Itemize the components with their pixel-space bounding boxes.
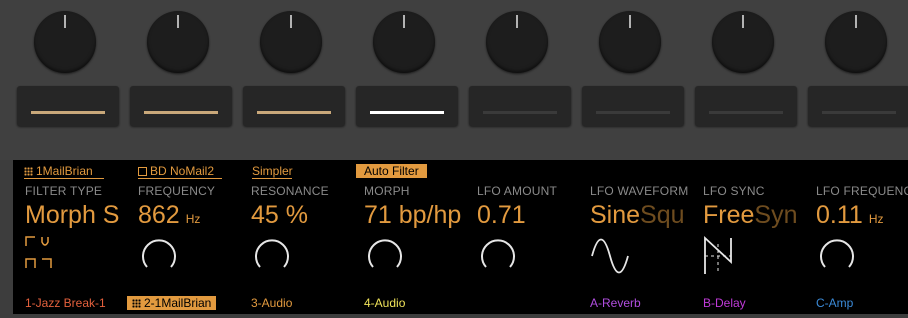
- lfo-amount-dial: [481, 239, 515, 268]
- param-name-lfo-amount: LFO AMOUNT: [477, 184, 558, 198]
- track-c-amp[interactable]: C-Amp: [816, 296, 853, 310]
- upper-button-1[interactable]: [17, 86, 119, 126]
- param-value-lfo-sync: FreeSyn: [703, 201, 798, 229]
- device-simpler[interactable]: Simpler: [252, 164, 293, 178]
- device-underline: [252, 178, 292, 179]
- param-value-resonance: 45 %: [251, 201, 308, 229]
- notch-icon: [25, 258, 36, 268]
- filter-type-icons: [25, 236, 52, 268]
- bandpass-icon: [41, 237, 49, 246]
- param-name-lfo-waveform: LFO WAVEFORM: [590, 184, 689, 198]
- grid-icon: [24, 167, 33, 176]
- encoder-knob-8[interactable]: [825, 11, 887, 73]
- param-value-filter-type: Morph S: [25, 201, 120, 229]
- encoder-knob-6[interactable]: [599, 11, 661, 73]
- upper-button-8[interactable]: [808, 86, 908, 126]
- upper-button-2[interactable]: [130, 86, 232, 126]
- param-value-lfo-waveform: SineSqu: [590, 201, 685, 229]
- lowpass-icon: [25, 236, 35, 246]
- button-led: [596, 111, 670, 114]
- button-led: [483, 111, 557, 114]
- upper-button-6[interactable]: [582, 86, 684, 126]
- track-2-1mailbrian[interactable]: 2-1MailBrian: [127, 296, 217, 310]
- upper-button-5[interactable]: [469, 86, 571, 126]
- param-name-morph: MORPH: [364, 184, 410, 198]
- square-icon: [138, 167, 147, 176]
- param-value-lfo-amount: 0.71: [477, 201, 526, 229]
- param-name-resonance: RESONANCE: [251, 184, 329, 198]
- device-auto-filter[interactable]: Auto Filter: [356, 164, 427, 178]
- button-led: [144, 111, 218, 114]
- button-led: [31, 111, 105, 114]
- frequency-dial: [142, 239, 176, 268]
- encoder-knob-1[interactable]: [34, 11, 96, 73]
- upper-button-7[interactable]: [695, 86, 797, 126]
- resonance-dial: [255, 239, 289, 268]
- track-4-audio[interactable]: 4-Audio: [364, 296, 405, 310]
- hardware-panel: [0, 0, 908, 160]
- track-1-jazz-break[interactable]: 1-Jazz Break-1: [25, 296, 106, 310]
- button-led: [370, 111, 444, 114]
- param-value-morph: 71 bp/hp: [364, 201, 462, 229]
- param-name-lfo-sync: LFO SYNC: [703, 184, 765, 198]
- button-led: [822, 111, 896, 114]
- device-underline: [138, 178, 222, 179]
- lfo-frequency-dial: [820, 239, 854, 268]
- encoder-knob-7[interactable]: [712, 11, 774, 73]
- track-3-audio[interactable]: 3-Audio: [251, 296, 292, 310]
- sine-wave-icon: [591, 238, 629, 274]
- sync-ramp-icon: [704, 235, 732, 274]
- encoder-knob-4[interactable]: [373, 11, 435, 73]
- param-name-frequency: FREQUENCY: [138, 184, 216, 198]
- encoder-knob-2[interactable]: [147, 11, 209, 73]
- encoder-knob-3[interactable]: [260, 11, 322, 73]
- track-a-reverb[interactable]: A-Reverb: [590, 296, 641, 310]
- encoder-knob-5[interactable]: [486, 11, 548, 73]
- device-bd-nomail[interactable]: BD NoMail2: [138, 164, 214, 178]
- device-underline: [24, 178, 104, 179]
- button-led: [709, 111, 783, 114]
- highpass-icon: [42, 258, 52, 268]
- param-value-lfo-frequency: 0.11 Hz: [816, 201, 884, 229]
- grid-icon: [132, 299, 141, 308]
- upper-button-4[interactable]: [356, 86, 458, 126]
- display-screen: 1MailBrian BD NoMail2 Simpler Auto Filte…: [13, 160, 908, 314]
- upper-button-3[interactable]: [243, 86, 345, 126]
- param-name-filter-type: FILTER TYPE: [25, 184, 103, 198]
- device-1MailBrian[interactable]: 1MailBrian: [24, 164, 93, 178]
- param-name-lfo-frequency: LFO FREQUENCY: [816, 184, 908, 198]
- morph-dial: [368, 239, 402, 268]
- button-led: [257, 111, 331, 114]
- param-value-frequency: 862 Hz: [138, 201, 201, 229]
- track-b-delay[interactable]: B-Delay: [703, 296, 746, 310]
